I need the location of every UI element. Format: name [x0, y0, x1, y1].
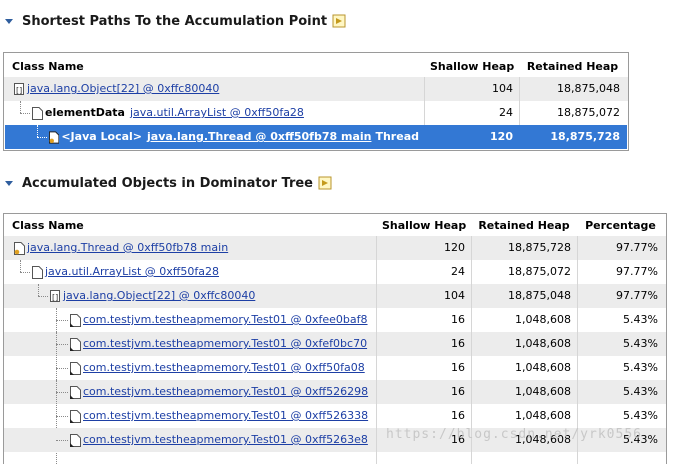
watermark-text: https://blog.csdn.net/yrk0556	[386, 427, 642, 442]
object-icon	[70, 313, 81, 327]
column-header-class-name[interactable]: Class Name	[6, 55, 426, 79]
array-icon: []	[50, 289, 60, 302]
shallow-heap-value: 24	[499, 106, 513, 119]
retained-heap-value: 18,875,048	[557, 82, 620, 95]
shallow-heap-value: 16	[451, 337, 465, 350]
percentage-value: 5.43%	[623, 409, 658, 422]
percentage-value: 97.77%	[616, 289, 658, 302]
section-shortest-paths-header[interactable]: Shortest Paths To the Accumulation Point	[4, 13, 346, 29]
shallow-heap-value: 16	[451, 361, 465, 374]
shallow-heap-value: 16	[451, 313, 465, 326]
column-header-shallow-heap[interactable]: Shallow Heap	[376, 214, 471, 238]
object-icon	[70, 409, 81, 423]
gc-root-label: <Java Local>	[61, 130, 142, 143]
object-link[interactable]: com.testjvm.testheapmemory.Test01 @ 0xff…	[83, 428, 368, 452]
thread-icon	[49, 130, 60, 144]
object-icon	[70, 385, 81, 399]
retained-heap-value: 1,048,608	[515, 313, 571, 326]
object-icon	[32, 265, 43, 279]
thread-icon	[14, 241, 25, 255]
retained-heap-value: 18,875,072	[557, 106, 620, 119]
table-row[interactable]: com.testjvm.testheapmemory.Test01 @ 0xff…	[4, 380, 666, 404]
retained-heap-value: 18,875,728	[508, 241, 571, 254]
table-header-row: Class Name Shallow Heap Retained Heap	[4, 55, 628, 79]
column-header-percentage[interactable]: Percentage	[577, 214, 664, 238]
object-link[interactable]: java.lang.Object[22] @ 0xffc80040	[63, 284, 255, 308]
table-row[interactable]: java.util.ArrayList @ 0xff50fa28 24 18,8…	[4, 260, 666, 284]
retained-heap-value: 1,048,608	[515, 409, 571, 422]
shallow-heap-value: 16	[451, 409, 465, 422]
object-link[interactable]: com.testjvm.testheapmemory.Test01 @ 0xff…	[83, 404, 368, 428]
section-dominator-tree-header[interactable]: Accumulated Objects in Dominator Tree	[4, 175, 332, 191]
table-row[interactable]: [] java.lang.Object[22] @ 0xffc80040 104…	[4, 284, 666, 308]
retained-heap-value: 1,048,608	[515, 361, 571, 374]
retained-heap-value: 1,048,608	[515, 337, 571, 350]
table-row[interactable]: com.testjvm.testheapmemory.Test01 @ 0xff…	[4, 356, 666, 380]
table-row[interactable]: elementData java.util.ArrayList @ 0xff50…	[4, 101, 628, 125]
section-title: Accumulated Objects in Dominator Tree	[22, 175, 313, 191]
triangle-down-icon[interactable]	[4, 16, 14, 26]
object-link[interactable]: com.testjvm.testheapmemory.Test01 @ 0xff…	[83, 356, 365, 380]
object-link[interactable]: java.util.ArrayList @ 0xff50fa28	[130, 101, 304, 125]
info-page-icon[interactable]	[318, 176, 332, 190]
table-row[interactable]: com.testjvm.testheapmemory.Test01 @ 0xfe…	[4, 332, 666, 356]
svg-text:[]: []	[16, 86, 22, 95]
array-icon: []	[14, 82, 24, 95]
object-link[interactable]: com.testjvm.testheapmemory.Test01 @ 0xff…	[83, 380, 368, 404]
table-row-selected[interactable]: <Java Local> java.lang.Thread @ 0xff50fb…	[5, 125, 627, 149]
object-icon	[70, 433, 81, 447]
object-link[interactable]: com.testjvm.testheapmemory.Test01 @ 0xfe…	[83, 332, 367, 356]
info-page-icon[interactable]	[332, 14, 346, 28]
shallow-heap-value: 120	[444, 241, 465, 254]
shallow-heap-value: 16	[451, 385, 465, 398]
object-link[interactable]: java.lang.Object[22] @ 0xffc80040	[27, 77, 219, 101]
retained-heap-value: 18,875,072	[508, 265, 571, 278]
object-link[interactable]: com.testjvm.testheapmemory.Test01 @ 0xfe…	[83, 308, 368, 332]
table-header-row: Class Name Shallow Heap Retained Heap Pe…	[4, 214, 666, 238]
object-suffix: Thread	[375, 130, 419, 143]
column-header-retained-heap[interactable]: Retained Heap	[519, 55, 626, 79]
retained-heap-value: 18,875,728	[550, 130, 620, 143]
percentage-value: 5.43%	[623, 313, 658, 326]
shallow-heap-value: 104	[444, 289, 465, 302]
shallow-heap-value: 120	[490, 130, 513, 143]
percentage-value: 97.77%	[616, 241, 658, 254]
table-row[interactable]: [] java.lang.Object[22] @ 0xffc80040 104…	[4, 77, 628, 101]
percentage-value: 5.43%	[623, 337, 658, 350]
column-header-class-name[interactable]: Class Name	[6, 214, 376, 238]
svg-text:[]: []	[52, 293, 58, 302]
column-header-retained-heap[interactable]: Retained Heap	[471, 214, 577, 238]
table-row[interactable]: java.lang.Thread @ 0xff50fb78 main 120 1…	[4, 236, 666, 260]
section-title: Shortest Paths To the Accumulation Point	[22, 13, 328, 29]
object-icon	[70, 337, 81, 351]
field-name: elementData	[45, 106, 125, 119]
object-link[interactable]: java.lang.Thread @ 0xff50fb78 main	[27, 236, 228, 260]
object-icon	[70, 361, 81, 375]
table-row[interactable]: com.testjvm.testheapmemory.Test01 @ 0xff…	[4, 404, 666, 428]
shallow-heap-value: 24	[451, 265, 465, 278]
object-icon	[32, 106, 43, 120]
shortest-paths-table: Class Name Shallow Heap Retained Heap []…	[3, 52, 629, 151]
shallow-heap-value: 104	[492, 82, 513, 95]
percentage-value: 5.43%	[623, 385, 658, 398]
retained-heap-value: 1,048,608	[515, 385, 571, 398]
column-header-shallow-heap[interactable]: Shallow Heap	[424, 55, 519, 79]
table-row[interactable]: com.testjvm.testheapmemory.Test01 @ 0xfe…	[4, 308, 666, 332]
triangle-down-icon[interactable]	[4, 178, 14, 188]
retained-heap-value: 18,875,048	[508, 289, 571, 302]
percentage-value: 97.77%	[616, 265, 658, 278]
object-link[interactable]: java.lang.Thread @ 0xff50fb78 main	[147, 125, 371, 149]
percentage-value: 5.43%	[623, 361, 658, 374]
object-link[interactable]: java.util.ArrayList @ 0xff50fa28	[45, 260, 219, 284]
